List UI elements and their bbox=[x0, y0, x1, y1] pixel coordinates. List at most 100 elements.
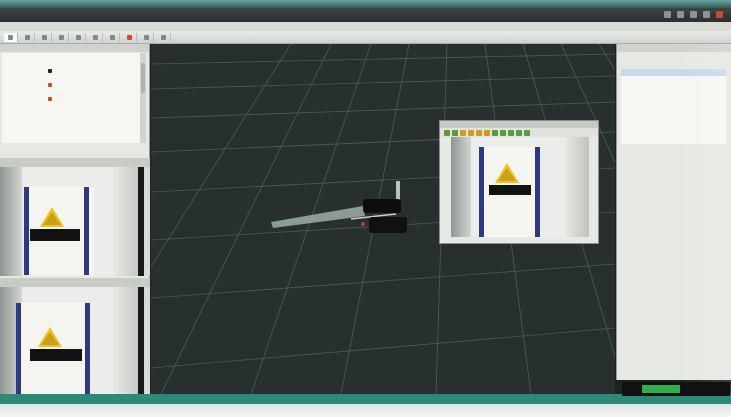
sign-plate bbox=[489, 185, 531, 195]
image-window-titlebar bbox=[440, 121, 598, 128]
cursor-icon bbox=[8, 34, 13, 40]
network-icon bbox=[703, 11, 710, 18]
wall-left bbox=[0, 167, 22, 276]
tool-2d-pose[interactable] bbox=[89, 32, 103, 42]
views-panel-header bbox=[617, 44, 731, 52]
property-row[interactable] bbox=[621, 125, 726, 132]
tree-row[interactable] bbox=[2, 53, 140, 60]
image-edge bbox=[138, 287, 144, 394]
brush-icon[interactable] bbox=[524, 129, 530, 136]
checkbox[interactable] bbox=[48, 96, 52, 101]
tree-row[interactable] bbox=[2, 116, 140, 123]
tool-remove[interactable] bbox=[157, 32, 171, 42]
close-icon[interactable] bbox=[716, 11, 723, 18]
property-row[interactable] bbox=[621, 97, 726, 104]
focus-icon bbox=[59, 34, 64, 40]
property-row[interactable] bbox=[621, 69, 726, 76]
displays-panel-header bbox=[0, 44, 149, 52]
wall-right bbox=[565, 137, 589, 237]
tree-row[interactable] bbox=[2, 88, 140, 95]
tree-row[interactable] bbox=[2, 95, 140, 102]
tree-row[interactable] bbox=[2, 109, 140, 116]
monitor-bezel-bottom bbox=[0, 404, 731, 417]
tool-focus-camera[interactable] bbox=[55, 32, 69, 42]
image-view-window[interactable] bbox=[439, 120, 599, 244]
wall-left bbox=[451, 137, 471, 237]
folder-icon[interactable] bbox=[484, 129, 490, 136]
status-strip bbox=[0, 382, 731, 404]
fit-icon[interactable] bbox=[516, 129, 522, 136]
tool-interact[interactable] bbox=[4, 32, 18, 42]
views-properties[interactable] bbox=[621, 69, 726, 144]
blue-pillar bbox=[85, 303, 90, 394]
warning-sign-icon bbox=[38, 327, 62, 347]
zoom-out-icon[interactable] bbox=[500, 129, 506, 136]
copy-icon[interactable] bbox=[468, 129, 474, 136]
toolbar bbox=[0, 31, 731, 44]
sensor-beam bbox=[271, 206, 365, 228]
maximize-icon[interactable] bbox=[677, 11, 684, 18]
camera-image bbox=[0, 287, 144, 394]
menu-bar bbox=[0, 22, 731, 31]
image-edge bbox=[138, 167, 144, 276]
blue-pillar bbox=[84, 187, 89, 275]
image-icon[interactable] bbox=[476, 129, 482, 136]
minimize-icon[interactable] bbox=[664, 11, 671, 18]
camera-image bbox=[0, 167, 144, 276]
tool-publish-point[interactable] bbox=[123, 32, 137, 42]
time-indicator bbox=[642, 385, 680, 393]
monitor-bezel-top bbox=[0, 0, 731, 8]
time-panel bbox=[622, 382, 730, 396]
property-row[interactable] bbox=[621, 104, 726, 111]
robot-marker bbox=[361, 222, 365, 226]
displays-tree[interactable] bbox=[2, 53, 140, 143]
blue-pillar bbox=[16, 303, 21, 394]
sign-plate bbox=[30, 349, 82, 361]
goal-icon bbox=[110, 34, 115, 40]
zoom-icon[interactable] bbox=[508, 129, 514, 136]
tool-measure[interactable] bbox=[72, 32, 86, 42]
arrow-icon[interactable] bbox=[452, 129, 458, 136]
tree-row[interactable] bbox=[2, 74, 140, 81]
views-panel bbox=[616, 44, 731, 380]
property-row[interactable] bbox=[621, 118, 726, 125]
tool-move-camera[interactable] bbox=[21, 32, 35, 42]
tree-row[interactable] bbox=[2, 67, 140, 74]
displays-scrollbar[interactable] bbox=[140, 53, 146, 143]
sign-plate bbox=[30, 229, 80, 241]
tree-row[interactable] bbox=[2, 81, 140, 88]
property-row[interactable] bbox=[621, 90, 726, 97]
view-type-selector[interactable] bbox=[617, 52, 731, 61]
property-row[interactable] bbox=[621, 111, 726, 118]
move-icon bbox=[25, 34, 30, 40]
point-icon bbox=[127, 34, 132, 40]
camera-icon[interactable] bbox=[444, 129, 450, 136]
tree-row[interactable] bbox=[2, 102, 140, 109]
select-icon bbox=[42, 34, 47, 40]
window-controls bbox=[664, 11, 723, 18]
plus-icon bbox=[144, 34, 149, 40]
scrollbar-thumb[interactable] bbox=[141, 63, 145, 93]
zoom-in-icon[interactable] bbox=[492, 129, 498, 136]
property-row[interactable] bbox=[621, 83, 726, 90]
camera-panel-header bbox=[0, 278, 150, 287]
window-titlebar bbox=[0, 8, 731, 22]
ruler-icon bbox=[76, 34, 81, 40]
property-row[interactable] bbox=[621, 76, 726, 83]
color-swatch[interactable] bbox=[48, 68, 52, 73]
blue-pillar bbox=[479, 147, 484, 237]
tool-add[interactable] bbox=[140, 32, 154, 42]
monitor-screen bbox=[0, 0, 731, 417]
blue-pillar bbox=[535, 147, 540, 237]
restore-icon[interactable] bbox=[690, 11, 697, 18]
camera-panel-2 bbox=[0, 278, 150, 394]
camera-panel-header bbox=[0, 158, 150, 167]
save-icon[interactable] bbox=[460, 129, 466, 136]
pose-icon bbox=[93, 34, 98, 40]
tool-select[interactable] bbox=[38, 32, 52, 42]
checkbox[interactable] bbox=[48, 82, 52, 87]
tool-2d-nav-goal[interactable] bbox=[106, 32, 120, 42]
tree-row[interactable] bbox=[2, 60, 140, 67]
property-row[interactable] bbox=[621, 132, 726, 139]
displays-buttons bbox=[2, 147, 148, 157]
